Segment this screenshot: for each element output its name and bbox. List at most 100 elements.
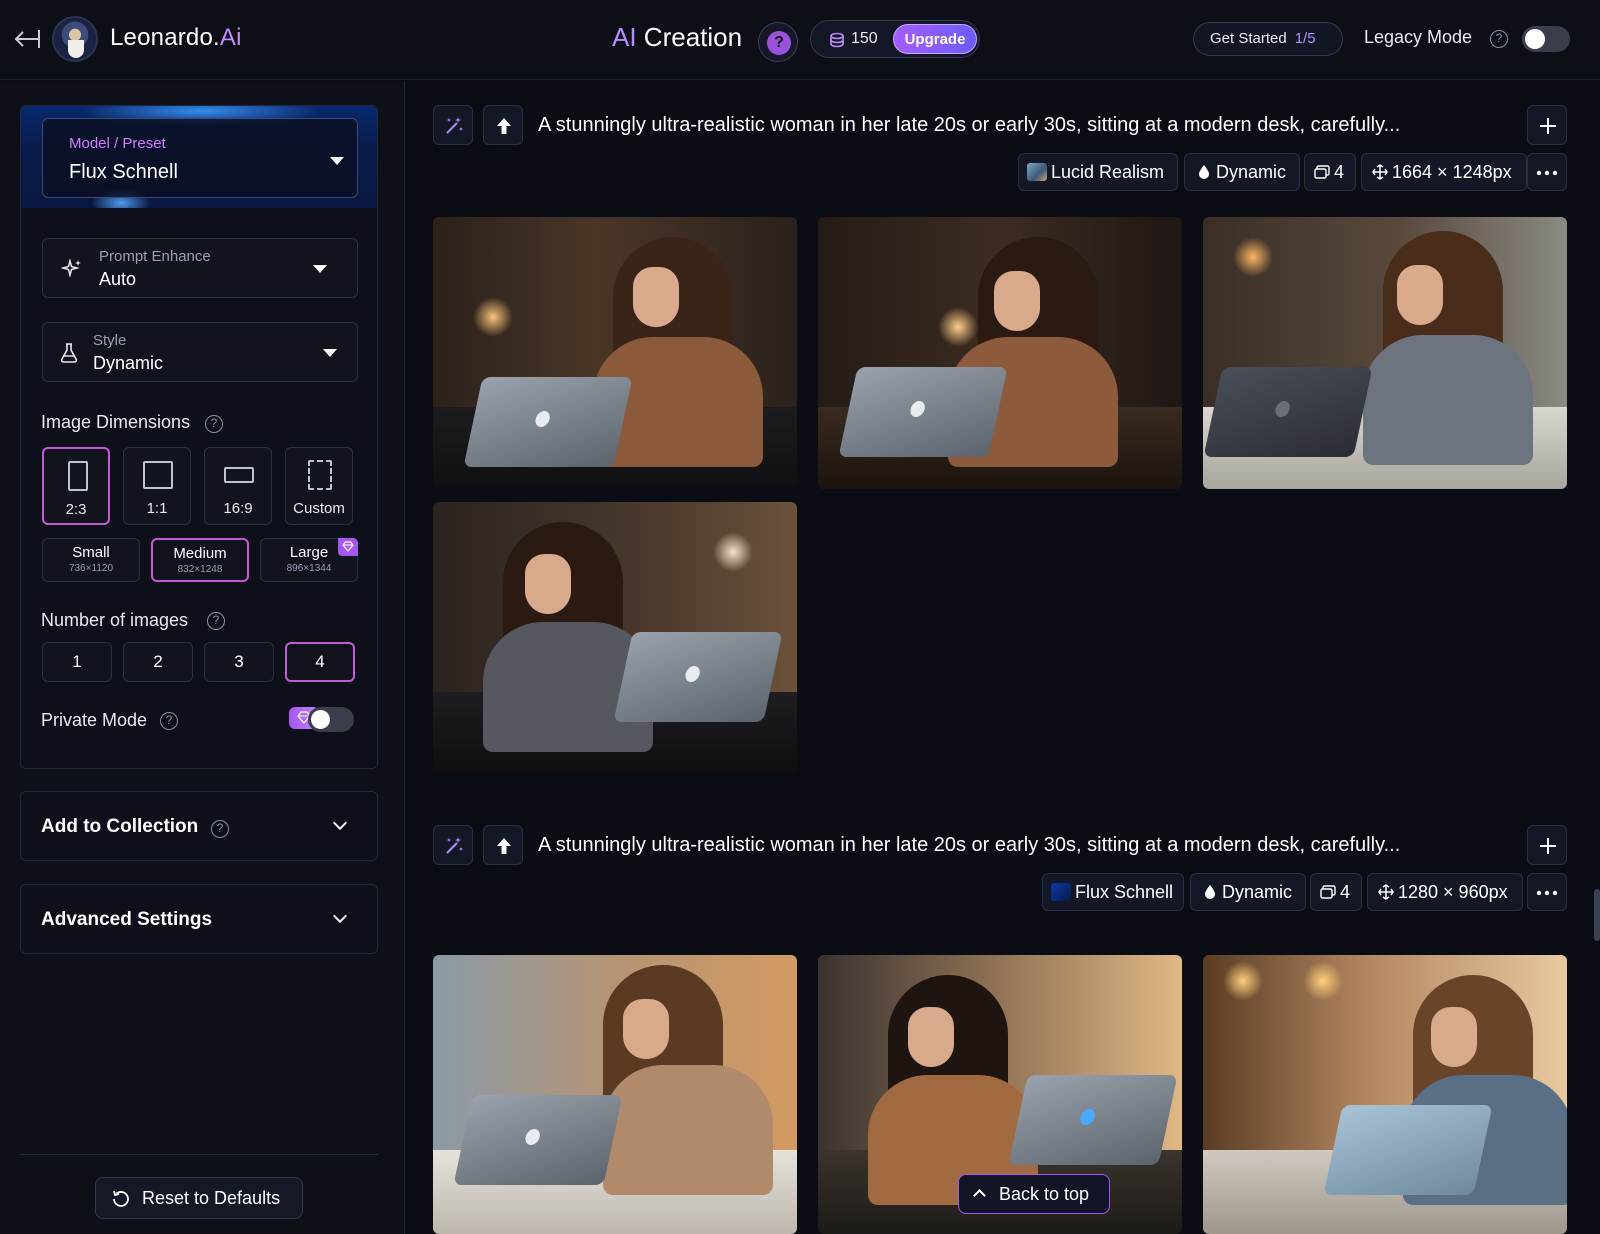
prompt-enhance-select[interactable]: Prompt Enhance Auto (42, 238, 358, 298)
image-dimensions-title: Image Dimensions (41, 412, 191, 432)
coins-icon (830, 32, 844, 48)
flask-icon (60, 343, 78, 363)
feed-scrollbar[interactable] (1594, 889, 1600, 941)
size-large-button[interactable]: Large 896×1344 (260, 538, 358, 582)
sidebar-divider (20, 1154, 378, 1155)
generation-feed: A stunningly ultra-realistic woman in he… (406, 81, 1600, 1234)
generated-image[interactable] (1203, 217, 1567, 489)
collapse-sidebar-icon[interactable] (12, 26, 42, 52)
model-preset-label: Model / Preset (69, 135, 166, 152)
question-icon: ? (767, 31, 791, 55)
landscape-ratio-icon (224, 467, 254, 483)
ratio-custom-button[interactable]: Custom (285, 447, 353, 525)
legacy-mode-toggle[interactable] (1522, 26, 1570, 52)
size-small-button[interactable]: Small 736×1120 (42, 538, 140, 582)
ratio-16-9-button[interactable]: 16:9 (204, 447, 272, 525)
dimensions-help-icon[interactable]: ? (205, 415, 223, 433)
generated-image[interactable] (818, 217, 1182, 489)
num-images-1-button[interactable]: 1 (42, 642, 112, 682)
page-title: AI Creation (612, 22, 743, 52)
back-to-top-button[interactable]: Back to top (958, 1174, 1110, 1214)
magic-wand-icon (446, 117, 463, 134)
add-button[interactable] (1527, 825, 1567, 865)
prompt-text[interactable]: A stunningly ultra-realistic woman in he… (538, 834, 1498, 857)
advanced-settings-accordion[interactable]: Advanced Settings (20, 884, 378, 954)
reuse-prompt-button[interactable] (483, 105, 523, 145)
style-chip[interactable]: Dynamic (1184, 153, 1300, 191)
get-started-button[interactable]: Get Started 1/5 (1193, 22, 1343, 56)
arrow-up-icon (497, 118, 511, 134)
upgrade-button[interactable]: Upgrade (893, 24, 977, 54)
private-mode-toggle[interactable] (308, 707, 354, 732)
model-preset-value: Flux Schnell (69, 161, 178, 183)
caret-down-icon (330, 157, 344, 165)
reset-label: Reset to Defaults (142, 1188, 281, 1208)
back-to-top-label: Back to top (999, 1184, 1090, 1204)
reuse-prompt-button[interactable] (483, 825, 523, 865)
plus-icon (1540, 118, 1556, 134)
ellipsis-icon (1536, 890, 1558, 896)
help-button[interactable]: ? (758, 22, 798, 62)
caret-down-icon (313, 265, 327, 273)
sparkles-icon (61, 258, 81, 278)
brand-name[interactable]: Leonardo.Ai (110, 24, 242, 52)
plus-icon (1540, 838, 1556, 854)
style-select[interactable]: Style Dynamic (42, 322, 358, 382)
more-options-button[interactable] (1527, 153, 1567, 191)
num-images-3-button[interactable]: 3 (204, 642, 274, 682)
generated-image[interactable] (1203, 955, 1567, 1234)
move-icon (1372, 164, 1388, 180)
arrow-up-icon (497, 838, 511, 854)
model-chip[interactable]: Flux Schnell (1042, 873, 1184, 911)
add-to-collection-label: Add to Collection (41, 816, 199, 837)
image-count-chip[interactable]: 4 (1310, 873, 1362, 911)
model-preset-select[interactable]: Model / Preset Flux Schnell (42, 118, 358, 198)
ratio-2-3-button[interactable]: 2:3 (42, 447, 110, 525)
generated-image[interactable] (433, 955, 797, 1234)
generation-settings-panel: Model / Preset Flux Schnell Prompt Enhan… (20, 105, 378, 769)
generated-image[interactable] (433, 502, 797, 774)
private-mode-help-icon[interactable]: ? (160, 712, 178, 730)
magic-wand-button[interactable] (433, 105, 473, 145)
top-header: Leonardo.Ai AI Creation ? 150 Upgrade Ge… (0, 0, 1600, 80)
add-button[interactable] (1527, 105, 1567, 145)
dimensions-chip[interactable]: 1664 × 1248px (1361, 153, 1527, 191)
generation-header: A stunningly ultra-realistic woman in he… (406, 825, 1576, 869)
num-images-2-button[interactable]: 2 (123, 642, 193, 682)
model-chip[interactable]: Lucid Realism (1018, 153, 1178, 191)
move-icon (1378, 884, 1394, 900)
lucid-realism-thumb-icon (1027, 163, 1047, 181)
collection-help-icon[interactable]: ? (211, 820, 229, 838)
dimensions-chip[interactable]: 1280 × 960px (1367, 873, 1523, 911)
prompt-text[interactable]: A stunningly ultra-realistic woman in he… (538, 114, 1498, 137)
num-images-4-button[interactable]: 4 (285, 642, 355, 682)
leonardo-logo-icon[interactable] (52, 16, 98, 62)
size-medium-button[interactable]: Medium 832×1248 (151, 538, 249, 582)
prompt-enhance-value: Auto (99, 269, 137, 289)
magic-wand-icon (446, 837, 463, 854)
images-icon (1314, 165, 1330, 179)
ratio-1-1-button[interactable]: 1:1 (123, 447, 191, 525)
credits-pill[interactable]: 150 Upgrade (810, 20, 980, 58)
style-chip[interactable]: Dynamic (1190, 873, 1306, 911)
chevron-down-icon (332, 908, 348, 924)
generated-image[interactable] (433, 217, 797, 489)
image-count-chip[interactable]: 4 (1304, 153, 1356, 191)
drop-icon (1199, 165, 1209, 179)
num-images-help-icon[interactable]: ? (207, 612, 225, 630)
reset-icon (113, 1190, 129, 1207)
model-preset-banner: Model / Preset Flux Schnell (21, 106, 377, 208)
reset-to-defaults-button[interactable]: Reset to Defaults (95, 1177, 303, 1219)
get-started-label: Get Started (1210, 30, 1287, 47)
flux-thumb-icon (1051, 883, 1071, 901)
magic-wand-button[interactable] (433, 825, 473, 865)
images-icon (1320, 885, 1336, 899)
square-ratio-icon (143, 461, 173, 489)
legacy-help-icon[interactable]: ? (1490, 30, 1508, 48)
private-mode-label: Private Mode (41, 710, 148, 730)
settings-sidebar: Model / Preset Flux Schnell Prompt Enhan… (0, 81, 405, 1234)
more-options-button[interactable] (1527, 873, 1567, 911)
add-to-collection-accordion[interactable]: Add to Collection ? (20, 791, 378, 861)
caret-down-icon (323, 349, 337, 357)
legacy-mode-label: Legacy Mode (1364, 27, 1473, 47)
